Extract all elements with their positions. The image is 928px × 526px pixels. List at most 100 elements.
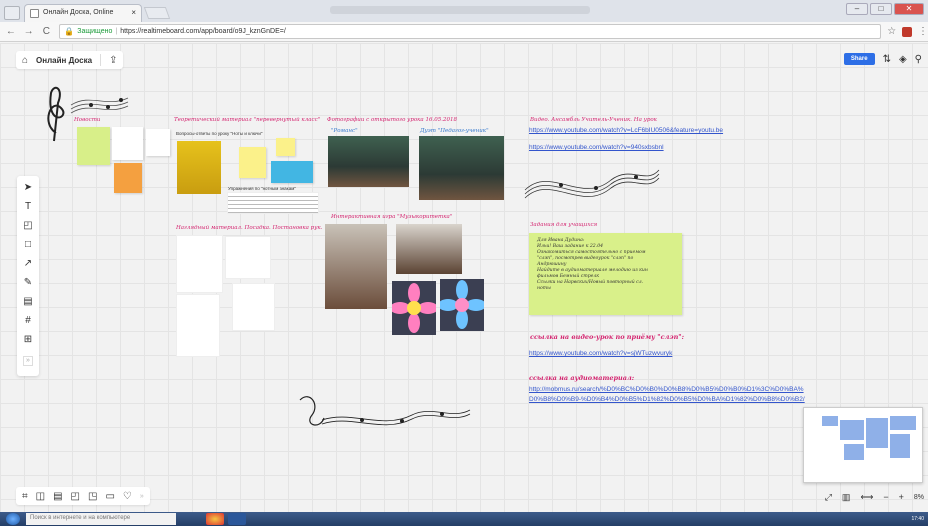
- video-icon[interactable]: ▭: [105, 491, 114, 502]
- upload-tool-icon[interactable]: ⊞: [24, 333, 32, 346]
- theory-heading: Теоретический материал "перевернутый кла…: [174, 117, 321, 123]
- video-heading: Видео. Ансамбль Учитель-Ученик. На урок: [530, 117, 657, 123]
- chat-icon[interactable]: ▤: [53, 491, 62, 502]
- flower-photo[interactable]: [392, 281, 436, 335]
- bookmark-star-icon[interactable]: ☆: [887, 26, 896, 37]
- system-clock: 17:40: [911, 516, 924, 522]
- select-cursor-icon[interactable]: ➤: [24, 181, 32, 194]
- slap-video-heading: ссылка на видео-урок по приёму "слэп":: [530, 333, 685, 341]
- board-minimap[interactable]: [803, 407, 923, 483]
- frame-tool-icon[interactable]: #: [25, 314, 31, 327]
- board-top-toolbar: Share ⇅ ◈ ⚲: [843, 51, 922, 67]
- word-taskbar-icon[interactable]: [228, 513, 246, 525]
- header-divider: [100, 54, 102, 66]
- board-name[interactable]: Онлайн Доска: [36, 56, 92, 65]
- duet-caption: Дуэт "Педагог-ученик": [420, 128, 489, 134]
- audio-link-line-2[interactable]: D0%B8%D0%B9-%D0%B4%D0%B5%D1%82%D0%B5%D0%…: [529, 396, 805, 403]
- zoom-out-icon[interactable]: −: [883, 492, 888, 502]
- url-input[interactable]: 🔒 Защищено | https://realtimeboard.com/a…: [59, 24, 882, 39]
- zoom-in-icon[interactable]: +: [899, 492, 904, 502]
- sheet-music-image[interactable]: [227, 192, 319, 214]
- chrome-taskbar-icon[interactable]: [206, 513, 224, 525]
- flower-photo[interactable]: [440, 279, 484, 331]
- fit-screen-icon[interactable]: ⤢: [825, 492, 832, 503]
- secure-label: Защищено: [77, 28, 113, 35]
- sticky-note[interactable]: [112, 127, 143, 160]
- line-tool-icon[interactable]: ↗: [24, 257, 32, 270]
- zoom-level: 8%: [913, 493, 924, 501]
- shape-tool-icon[interactable]: □: [25, 238, 31, 251]
- activity-icon[interactable]: ♡: [123, 491, 132, 502]
- browser-tab-bar: Онлайн Доска, Online × – □ ✕: [0, 0, 928, 22]
- bottom-more-icon[interactable]: »: [140, 493, 144, 500]
- news-heading: Новости: [74, 117, 101, 123]
- lesson-photo[interactable]: [328, 136, 409, 187]
- exercise-caption: Упражнения по "нотным знакам": [228, 186, 296, 191]
- audio-heading: ссылка на аудиоматериал:: [529, 374, 635, 382]
- search-icon[interactable]: ⚲: [915, 54, 922, 65]
- close-window-button[interactable]: ✕: [894, 3, 924, 15]
- comment-tool-icon[interactable]: ▤: [23, 295, 32, 308]
- game-photo[interactable]: [325, 224, 387, 309]
- fit-width-icon[interactable]: ⟷: [860, 492, 873, 503]
- start-button[interactable]: [6, 513, 20, 525]
- browser-menu-icon[interactable]: ⋮: [918, 26, 928, 37]
- share-button[interactable]: Share: [843, 53, 875, 65]
- previous-tab[interactable]: [4, 6, 20, 20]
- guitarist-poster-image[interactable]: [177, 141, 221, 194]
- left-tools-panel: ➤ T ◰ □ ↗ ✎ ▤ # ⊞ »: [17, 176, 39, 376]
- minimize-button[interactable]: –: [846, 3, 868, 15]
- slap-video-link[interactable]: https://www.youtube.com/watch?v=sjWTuzwv…: [529, 350, 672, 357]
- forward-arrow-icon[interactable]: →: [22, 26, 36, 37]
- browser-tab-active[interactable]: Онлайн Доска, Online ×: [24, 4, 142, 22]
- sticky-note[interactable]: [239, 147, 266, 178]
- board-canvas[interactable]: [0, 43, 928, 512]
- sticky-note[interactable]: [146, 129, 170, 156]
- back-arrow-icon[interactable]: ←: [4, 26, 18, 37]
- hand-sketch[interactable]: [232, 283, 275, 331]
- visual-material-heading: Наглядный материал. Посадка. Постановка …: [176, 225, 323, 231]
- present-icon[interactable]: ◈: [899, 54, 907, 65]
- hand-sketch[interactable]: [176, 294, 220, 357]
- export-icon[interactable]: ⇪: [109, 55, 117, 66]
- settings-sliders-icon[interactable]: ⇅: [883, 54, 891, 65]
- butterfly-music-ribbon-image: [299, 396, 471, 426]
- home-icon[interactable]: ⌂: [22, 55, 28, 66]
- frames-icon[interactable]: ⌗: [22, 491, 28, 502]
- video-link-1[interactable]: https://www.youtube.com/watch?v=LcF6bIU0…: [529, 127, 723, 134]
- interactive-game-heading: Интерактивная игра "Музыкоритетка": [331, 214, 453, 220]
- pen-tool-icon[interactable]: ✎: [24, 276, 32, 289]
- windows-taskbar: Поиск в интернете и на компьютере 17:40: [0, 512, 928, 526]
- extension-icon[interactable]: [902, 26, 912, 37]
- more-tools-icon[interactable]: »: [23, 356, 33, 366]
- comments-icon[interactable]: ◫: [36, 491, 45, 502]
- sticky-note-icon[interactable]: ◰: [23, 219, 32, 232]
- cards-icon[interactable]: ◳: [88, 491, 97, 502]
- reload-icon[interactable]: C: [40, 26, 54, 37]
- audio-link-line-1[interactable]: http://mobmus.ru/search/%D0%BC%D0%B0%D0%…: [529, 386, 804, 393]
- screen-share-icon[interactable]: ◰: [71, 491, 80, 502]
- hand-sketch[interactable]: [225, 236, 271, 279]
- address-bar: ← → C 🔒 Защищено | https://realtimeboard…: [0, 22, 928, 42]
- url-separator: |: [115, 28, 118, 35]
- maximize-button[interactable]: □: [870, 3, 892, 15]
- sticky-note[interactable]: [271, 161, 313, 183]
- taskbar-search-input[interactable]: Поиск в интернете и на компьютере: [26, 513, 176, 525]
- page-favicon-icon: [30, 9, 39, 18]
- new-tab-button[interactable]: [143, 7, 171, 19]
- sticky-note[interactable]: [276, 138, 295, 156]
- sticky-note[interactable]: [114, 163, 142, 193]
- minimap-toggle-icon[interactable]: ▥: [842, 492, 851, 503]
- tasks-heading: Задания для учащихся: [530, 222, 598, 228]
- sticky-note[interactable]: [77, 127, 110, 165]
- photos-heading: Фотографии с открытого урока 16.05.2018: [327, 117, 457, 123]
- text-tool-icon[interactable]: T: [25, 200, 31, 213]
- video-link-2[interactable]: https://www.youtube.com/watch?v=940sxbsb…: [529, 144, 664, 151]
- tasks-sticky-note[interactable]: Для Ивана Дудина: Ильи! Ваш задание к 22…: [529, 233, 682, 315]
- tab-close-icon[interactable]: ×: [131, 8, 136, 17]
- lesson-photo[interactable]: [419, 136, 504, 200]
- url-text: https://realtimeboard.com/app/board/o9J_…: [120, 28, 286, 35]
- game-photo[interactable]: [396, 224, 462, 274]
- posture-sketch[interactable]: [176, 235, 223, 293]
- music-notes-ribbon-image: [524, 169, 660, 199]
